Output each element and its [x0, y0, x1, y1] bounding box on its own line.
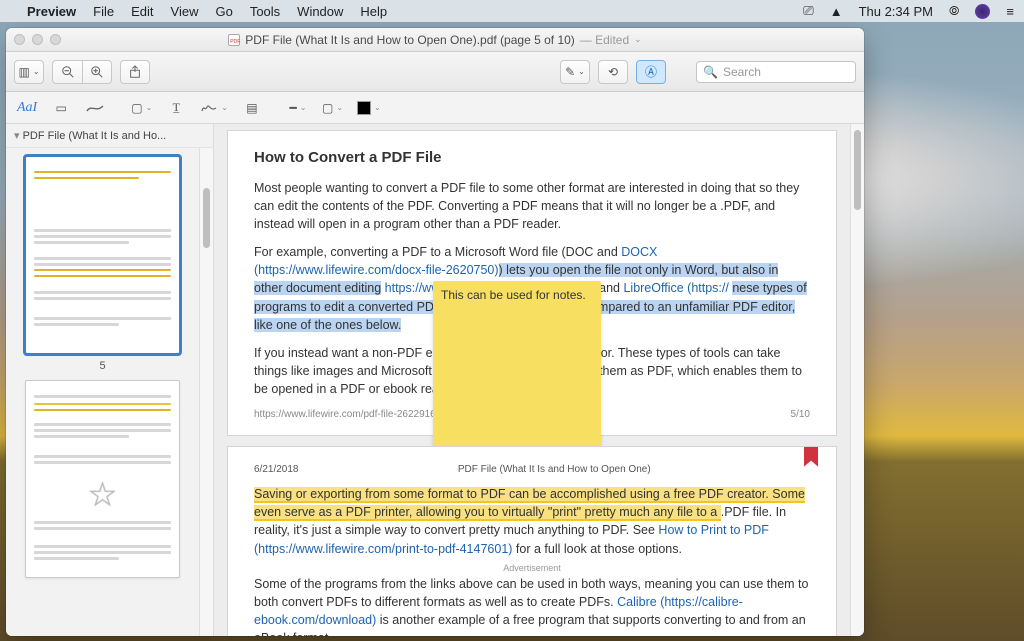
- menu-window[interactable]: Window: [297, 4, 343, 19]
- spotlight-icon[interactable]: ⦾: [949, 3, 959, 19]
- page-thumbnail-5[interactable]: [25, 156, 180, 354]
- sidebar-doc-header[interactable]: PDF File (What It Is and Ho...: [6, 124, 213, 148]
- menu-go[interactable]: Go: [215, 4, 232, 19]
- page5-footer-page: 5/10: [791, 408, 810, 423]
- markup-toggle-button[interactable]: Ⓐ: [636, 60, 666, 84]
- zoom-in-button[interactable]: [82, 60, 112, 84]
- titlebar[interactable]: PDF File (What It Is and How to Open One…: [6, 28, 864, 52]
- highlight-button[interactable]: ✎⌄: [560, 60, 590, 84]
- siri-icon[interactable]: [975, 4, 990, 19]
- airplay-icon[interactable]: ⎚: [803, 3, 813, 19]
- rotate-button[interactable]: ⟲: [598, 60, 628, 84]
- menu-file[interactable]: File: [93, 4, 114, 19]
- search-icon: 🔍: [703, 65, 718, 79]
- zoom-out-button[interactable]: [52, 60, 82, 84]
- window-title: PDF File (What It Is and How to Open One…: [245, 33, 574, 47]
- libreoffice-link[interactable]: LibreOffice (https://: [623, 281, 728, 295]
- title-dropdown-icon[interactable]: ⌄: [634, 34, 642, 45]
- sign-tool[interactable]: ⌄: [195, 97, 233, 119]
- markup-toolbar: AaI ▭ ▢⌄ T̲ ⌄ ▤ ━⌄ ▢⌄ ⌄: [6, 92, 864, 124]
- page5-heading: How to Convert a PDF File: [254, 147, 810, 169]
- document-view[interactable]: How to Convert a PDF File Most people wa…: [214, 124, 850, 636]
- page-thumbnail-6[interactable]: ☆: [25, 380, 180, 578]
- sticky-note[interactable]: This can be used for notes.: [433, 281, 601, 449]
- zoom-button[interactable]: [50, 34, 61, 45]
- search-field[interactable]: 🔍 Search: [696, 61, 856, 83]
- menu-tools[interactable]: Tools: [250, 4, 280, 19]
- menu-edit[interactable]: Edit: [131, 4, 153, 19]
- main-toolbar: ▥⌄ ✎⌄ ⟲ Ⓐ 🔍 Search: [6, 52, 864, 92]
- page6-paragraph-2: Some of the programs from the links abov…: [254, 575, 810, 636]
- sidebar-scrollbar[interactable]: [199, 148, 213, 636]
- line-weight-tool[interactable]: ━⌄: [283, 97, 313, 119]
- share-button[interactable]: [120, 60, 150, 84]
- sticky-note-text: This can be used for notes.: [441, 288, 586, 302]
- sidebar-view-button[interactable]: ▥⌄: [14, 60, 44, 84]
- notifications-icon[interactable]: ≡: [1006, 4, 1014, 19]
- menu-view[interactable]: View: [171, 4, 199, 19]
- search-placeholder: Search: [723, 65, 761, 79]
- minimize-button[interactable]: [32, 34, 43, 45]
- close-button[interactable]: [14, 34, 25, 45]
- rect-selection-tool[interactable]: ▭: [46, 97, 76, 119]
- ad-label: Advertisement: [254, 562, 810, 575]
- volume-icon[interactable]: ▲: [830, 4, 843, 19]
- app-name[interactable]: Preview: [27, 4, 76, 19]
- text-tool[interactable]: T̲: [161, 97, 191, 119]
- bookmark-icon[interactable]: [804, 447, 818, 467]
- sketch-tool[interactable]: [80, 97, 110, 119]
- page6-paragraph-1: Saving or exporting from some format to …: [254, 485, 810, 558]
- macos-menubar: Preview File Edit View Go Tools Window H…: [0, 0, 1024, 22]
- edited-indicator: — Edited: [580, 33, 629, 47]
- page6-doc-title: PDF File (What It Is and How to Open One…: [458, 463, 651, 478]
- text-selection-tool[interactable]: AaI: [12, 97, 42, 119]
- page-5: How to Convert a PDF File Most people wa…: [227, 130, 837, 436]
- document-proxy-icon[interactable]: [228, 34, 240, 46]
- thumbnail-sidebar: PDF File (What It Is and Ho... 5: [6, 124, 214, 636]
- page-number-label: 5: [99, 360, 105, 372]
- main-scrollbar[interactable]: [850, 124, 864, 636]
- preview-window: PDF File (What It Is and How to Open One…: [6, 28, 864, 636]
- page6-date: 6/21/2018: [254, 463, 299, 478]
- menu-help[interactable]: Help: [360, 4, 387, 19]
- clock[interactable]: Thu 2:34 PM: [859, 4, 933, 19]
- border-color-tool[interactable]: ▢⌄: [317, 97, 348, 119]
- star-annotation-icon: ☆: [87, 475, 117, 515]
- page5-footer-url: https://www.lifewire.com/pdf-file-262291…: [254, 408, 436, 423]
- fill-color-tool[interactable]: ⌄: [352, 97, 386, 119]
- shapes-tool[interactable]: ▢⌄: [126, 97, 157, 119]
- page5-paragraph-1: Most people wanting to convert a PDF fil…: [254, 179, 810, 233]
- note-tool[interactable]: ▤: [237, 97, 267, 119]
- page-6: 6/21/2018 PDF File (What It Is and How t…: [227, 446, 837, 636]
